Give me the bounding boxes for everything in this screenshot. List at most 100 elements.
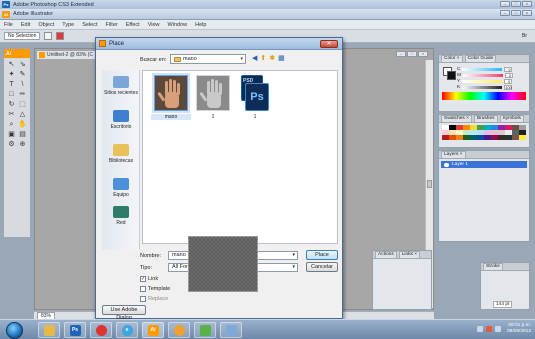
close-icon[interactable]: ×: [522, 1, 532, 7]
menu-item-object[interactable]: Object: [38, 22, 54, 28]
look-in-dropdown[interactable]: mano ▾: [170, 54, 246, 64]
volume-icon[interactable]: [495, 326, 501, 332]
fill-swatch[interactable]: [44, 32, 53, 40]
tool-button[interactable]: ▤: [18, 131, 27, 139]
place-button[interactable]: Place: [306, 250, 338, 260]
tool-button[interactable]: ✦: [7, 71, 16, 79]
tool-button[interactable]: ✂: [7, 111, 16, 119]
view-menu-icon[interactable]: ▦: [278, 54, 285, 63]
color-value-field[interactable]: 0: [504, 66, 513, 72]
illustrator-taskbar-button[interactable]: Ai: [142, 322, 164, 338]
clock[interactable]: 09:01 p.m. 09/09/2012: [507, 323, 531, 335]
browser-taskbar-button[interactable]: e: [116, 322, 138, 338]
swatch[interactable]: [512, 135, 519, 140]
swatch[interactable]: [484, 135, 491, 140]
menu-item-effect[interactable]: Effect: [126, 22, 140, 28]
media-taskbar-button[interactable]: [90, 322, 112, 338]
file-item[interactable]: 1: [193, 75, 233, 120]
use-adobe-dialog-button[interactable]: Use Adobe Dialog: [102, 305, 146, 321]
tool-button[interactable]: ⊕: [18, 141, 27, 149]
color-spectrum[interactable]: [442, 92, 526, 100]
tool-button[interactable]: ✏: [18, 91, 27, 99]
network-icon[interactable]: [477, 326, 483, 332]
swatch[interactable]: [505, 135, 512, 140]
tool-button[interactable]: ⌕: [7, 121, 16, 129]
maximize-icon[interactable]: □: [407, 51, 417, 57]
minimize-icon[interactable]: –: [500, 10, 510, 16]
minimize-icon[interactable]: –: [396, 51, 406, 57]
panel-tab[interactable]: Color ×: [441, 55, 463, 62]
file-item[interactable]: mano: [151, 75, 191, 120]
maximize-icon[interactable]: □: [511, 10, 521, 16]
back-icon[interactable]: ◀: [252, 54, 257, 63]
stroke-swatch[interactable]: [56, 32, 65, 40]
close-icon[interactable]: ×: [522, 10, 532, 16]
panel-tab[interactable]: Brushes: [473, 115, 498, 122]
new-folder-icon[interactable]: ✱: [269, 54, 275, 63]
swatch[interactable]: [470, 135, 477, 140]
tool-button[interactable]: △: [18, 111, 27, 119]
swatch[interactable]: [519, 135, 526, 140]
menu-item-filter[interactable]: Filter: [106, 22, 118, 28]
layer-row[interactable]: Layer 1: [441, 161, 527, 168]
security-icon[interactable]: [486, 326, 492, 332]
tool-button[interactable]: □: [7, 91, 16, 99]
menu-item-edit[interactable]: Edit: [21, 22, 30, 28]
bridge-button[interactable]: Br: [522, 33, 527, 39]
tool-button[interactable]: \: [18, 81, 27, 89]
tool-button[interactable]: T: [7, 81, 16, 89]
panel-tab[interactable]: Color Guide: [464, 55, 497, 62]
swatch[interactable]: [463, 135, 470, 140]
tool-button[interactable]: ⚙: [7, 141, 16, 149]
place-sitios-recientes[interactable]: Sitios recientes: [102, 76, 140, 96]
link-checkbox[interactable]: ✓ Link: [140, 276, 158, 282]
minimize-icon[interactable]: –: [500, 1, 510, 7]
tool-button[interactable]: ⬚: [18, 101, 27, 109]
tool-button[interactable]: ✋: [18, 121, 27, 129]
close-icon[interactable]: ✕: [320, 40, 338, 48]
tool-button[interactable]: ▣: [7, 131, 16, 139]
replace-checkbox[interactable]: Replace: [140, 296, 168, 302]
app-taskbar-button[interactable]: [168, 322, 190, 338]
template-checkbox[interactable]: Template: [140, 286, 170, 292]
panel-tab[interactable]: Actions: [375, 251, 397, 258]
swatch[interactable]: [449, 135, 456, 140]
place-equipo[interactable]: Equipo: [102, 178, 140, 198]
stroke-color-box[interactable]: [447, 71, 456, 80]
panel-tab[interactable]: Links ×: [398, 251, 421, 258]
swatch[interactable]: [456, 135, 463, 140]
tool-button[interactable]: ⇘: [18, 61, 27, 69]
explorer-taskbar-button[interactable]: [38, 322, 60, 338]
color-slider[interactable]: [462, 79, 503, 83]
color-slider[interactable]: [462, 85, 503, 89]
tool-button[interactable]: ↻: [7, 101, 16, 109]
menu-item-select[interactable]: Select: [82, 22, 97, 28]
swatch[interactable]: [442, 135, 449, 140]
color-slider[interactable]: [463, 73, 503, 77]
tool-button[interactable]: ✎: [18, 71, 27, 79]
photoshop-taskbar-button[interactable]: Ps: [64, 322, 86, 338]
stroke-tab[interactable]: Stroke: [483, 263, 503, 270]
image-viewer-taskbar-button[interactable]: [220, 322, 242, 338]
start-button[interactable]: [6, 322, 23, 339]
stroke-weight-field[interactable]: 144 pt: [493, 301, 513, 308]
paint-taskbar-button[interactable]: [194, 322, 216, 338]
panel-tab[interactable]: Symbols: [499, 115, 524, 122]
menu-item-file[interactable]: File: [4, 22, 13, 28]
menu-item-help[interactable]: Help: [195, 22, 206, 28]
menu-item-type[interactable]: Type: [62, 22, 74, 28]
color-value-field[interactable]: 100: [504, 84, 513, 90]
cancel-button[interactable]: Cancelar: [306, 262, 338, 272]
menu-item-view[interactable]: View: [148, 22, 160, 28]
file-item[interactable]: PSD Ps 1: [235, 75, 275, 120]
color-value-field[interactable]: 0: [505, 72, 513, 78]
place-escritorio[interactable]: Escritorio: [102, 110, 140, 130]
close-icon[interactable]: ×: [418, 51, 428, 57]
swatch[interactable]: [498, 135, 505, 140]
eye-icon[interactable]: [444, 162, 449, 167]
maximize-icon[interactable]: □: [511, 1, 521, 7]
tool-button[interactable]: ↖: [7, 61, 16, 69]
swatch[interactable]: [477, 135, 484, 140]
color-value-field[interactable]: 0: [504, 78, 513, 84]
up-folder-icon[interactable]: ⬆: [260, 54, 266, 63]
